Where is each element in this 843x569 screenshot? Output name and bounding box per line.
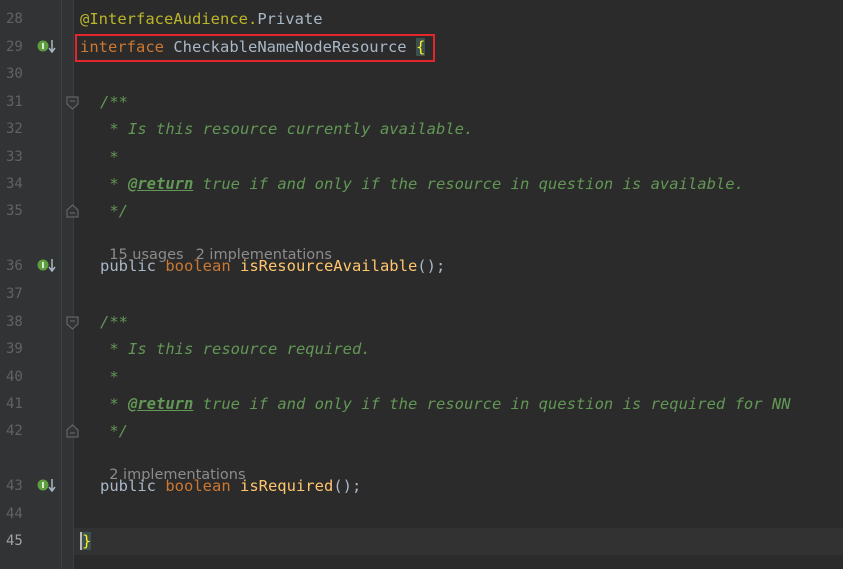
line-number: 38: [6, 314, 23, 330]
doc-comment: * Is this resource required.: [100, 340, 371, 358]
code-text[interactable]: public boolean isRequired();: [100, 473, 361, 500]
code-line-45[interactable]: 45 }: [0, 528, 843, 555]
doc-comment: * Is this resource currently available.: [100, 120, 474, 138]
implemented-method-icon[interactable]: I: [36, 257, 58, 275]
doc-prefix: *: [100, 175, 128, 193]
implemented-interface-icon[interactable]: I: [36, 38, 58, 56]
code-line-43[interactable]: 43 public boolean isRequired();: [0, 473, 843, 500]
code-line-31[interactable]: 31 /**: [0, 89, 843, 116]
doc-comment: */: [100, 422, 128, 440]
doc-return-tag: @return: [128, 175, 194, 193]
code-line-28[interactable]: 28 @InterfaceAudience.Private: [0, 6, 843, 33]
line-number: 40: [6, 369, 23, 385]
code-line-39[interactable]: 39 * Is this resource required.: [0, 336, 843, 363]
line-number: 31: [6, 94, 23, 110]
doc-text: true if and only if the resource in ques…: [193, 175, 744, 193]
svg-text:I: I: [42, 481, 45, 490]
doc-text: true if and only if the resource in ques…: [193, 395, 791, 413]
code-line-41[interactable]: 41 * @return true if and only if the res…: [0, 391, 843, 418]
doc-return-tag: @return: [128, 395, 194, 413]
method-tail: ();: [333, 477, 362, 495]
line-number: 37: [6, 286, 23, 302]
annotation-text: @InterfaceAudience.: [80, 10, 258, 28]
fold-close-icon[interactable]: [66, 204, 79, 218]
modifier-public: public: [100, 477, 166, 495]
line-number: 45: [6, 533, 23, 549]
line-number: 43: [6, 478, 23, 494]
code-text[interactable]: public boolean isResourceAvailable();: [100, 253, 445, 280]
doc-comment: *: [100, 148, 119, 166]
code-line-44[interactable]: 44: [0, 501, 843, 528]
close-brace: }: [80, 532, 92, 550]
doc-comment: * @return true if and only if the resour…: [100, 391, 791, 418]
line-number: 30: [6, 66, 23, 82]
line-number: 32: [6, 121, 23, 137]
code-line-35[interactable]: 35 */: [0, 198, 843, 225]
line-number: 28: [6, 11, 23, 27]
code-line-40[interactable]: 40 *: [0, 364, 843, 391]
doc-comment: /**: [100, 93, 128, 111]
code-line-34[interactable]: 34 * @return true if and only if the res…: [0, 171, 843, 198]
line-number: 29: [6, 39, 23, 55]
type-boolean: boolean: [165, 257, 240, 275]
fold-open-icon[interactable]: [66, 96, 79, 110]
implemented-method-icon[interactable]: I: [36, 477, 58, 495]
highlight-box: [75, 34, 435, 62]
method-name[interactable]: isRequired: [240, 477, 333, 495]
line-number: 34: [6, 176, 23, 192]
line-number: 39: [6, 341, 23, 357]
svg-text:I: I: [42, 42, 45, 51]
code-line-36[interactable]: 36 public boolean isResourceAvailable();: [0, 253, 843, 280]
annotation-member: Private: [257, 10, 323, 28]
code-line-38[interactable]: 38 /**: [0, 309, 843, 336]
modifier-public: public: [100, 257, 166, 275]
line-number: 44: [6, 506, 23, 522]
code-line-32[interactable]: 32 * Is this resource currently availabl…: [0, 116, 843, 143]
code-line-37[interactable]: 37: [0, 281, 843, 308]
code-text[interactable]: }: [80, 528, 92, 555]
fold-close-icon[interactable]: [66, 424, 79, 438]
code-line-30[interactable]: 30: [0, 61, 843, 88]
line-number: 41: [6, 396, 23, 412]
doc-comment: *: [100, 368, 119, 386]
doc-comment: */: [100, 202, 128, 220]
method-tail: ();: [417, 257, 446, 275]
doc-comment: /**: [100, 313, 128, 331]
line-number: 42: [6, 423, 23, 439]
line-number: 33: [6, 149, 23, 165]
type-boolean: boolean: [165, 477, 240, 495]
doc-prefix: *: [100, 395, 128, 413]
code-line-42[interactable]: 42 */: [0, 418, 843, 445]
doc-comment: * @return true if and only if the resour…: [100, 171, 744, 198]
svg-text:I: I: [42, 261, 45, 270]
method-name[interactable]: isResourceAvailable: [240, 257, 417, 275]
code-text[interactable]: @InterfaceAudience.Private: [80, 6, 323, 33]
fold-open-icon[interactable]: [66, 316, 79, 330]
line-number: 36: [6, 258, 23, 274]
code-line-33[interactable]: 33 *: [0, 144, 843, 171]
line-number: 35: [6, 203, 23, 219]
